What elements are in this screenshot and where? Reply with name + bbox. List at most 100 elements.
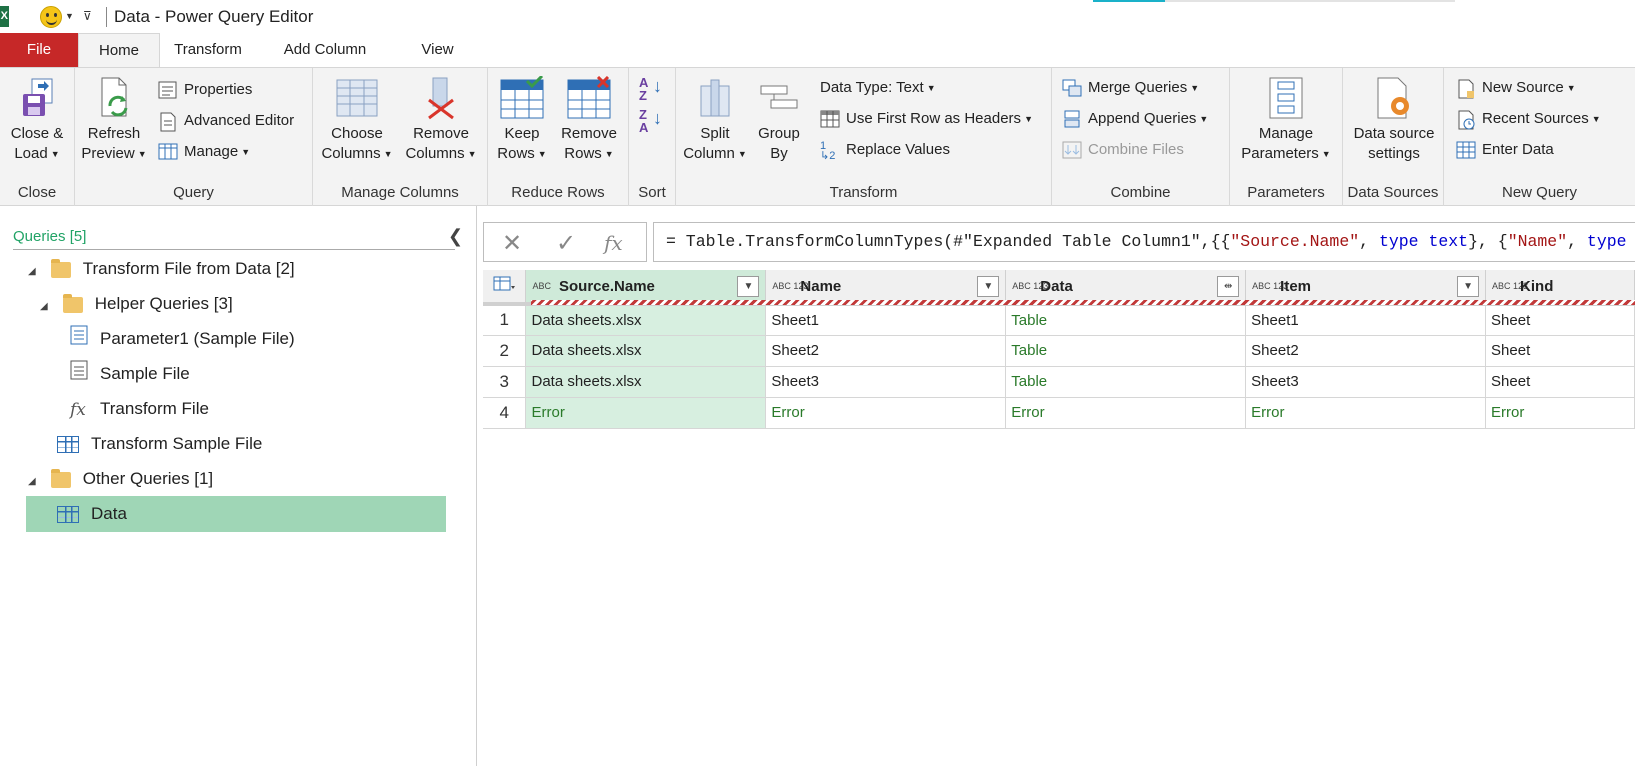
table-cell[interactable]: Sheet <box>1485 335 1635 367</box>
enter-data-button[interactable]: Enter Data <box>1456 138 1554 162</box>
manage-parameters-button[interactable]: Manage Parameters ▼ <box>1236 76 1336 164</box>
tab-add-column[interactable]: Add Column <box>270 33 380 67</box>
filter-dropdown-icon[interactable]: ▼ <box>977 276 1000 297</box>
sort-ascending-icon: AZ <box>639 75 649 103</box>
row-number[interactable]: 1 <box>483 304 527 336</box>
sort-ascending-button[interactable]: A Z ↓ <box>639 75 662 106</box>
query-group-other-queries[interactable]: ◢ Other Queries [1] <box>28 461 213 497</box>
column-header-source-name[interactable]: ABC Source.Name ▼ <box>525 270 767 306</box>
error-cell[interactable]: Error <box>1485 397 1635 429</box>
table-cell[interactable]: Data sheets.xlsx <box>525 335 767 367</box>
remove-columns-button[interactable]: Remove Columns ▼ <box>401 76 481 164</box>
group-by-button[interactable]: Group By <box>752 76 806 164</box>
query-item-sample-file[interactable]: Sample File <box>70 356 190 392</box>
main-pane: ✕ ✓ fx = Table.TransformColumnTypes(#"Ex… <box>478 206 1635 766</box>
manage-button[interactable]: Manage ▼ <box>158 140 250 164</box>
table-cell[interactable]: Sheet3 <box>1245 366 1487 398</box>
query-item-transform-sample-file[interactable]: Transform Sample File <box>57 426 262 462</box>
merge-queries-icon <box>1062 79 1082 97</box>
type-any-icon: ABC 123 <box>1012 281 1049 292</box>
feedback-smiley-icon[interactable] <box>40 6 62 28</box>
query-label: Transform File <box>100 399 209 418</box>
combine-files-icon <box>1062 141 1082 159</box>
column-header-data[interactable]: ABC 123Data ⇹ <box>1005 270 1247 306</box>
row-number[interactable]: 4 <box>483 397 527 429</box>
sort-descending-button[interactable]: Z A ↓ <box>639 108 662 138</box>
preview-label: Preview <box>81 145 135 162</box>
new-source-button[interactable]: New Source ▼ <box>1456 76 1576 100</box>
column-header-item[interactable]: ABC 123Item ▼ <box>1245 270 1487 306</box>
table-cell[interactable]: Sheet2 <box>765 335 1007 367</box>
table-link-cell[interactable]: Table <box>1005 366 1247 398</box>
expand-column-icon[interactable]: ⇹ <box>1217 276 1240 297</box>
recent-sources-button[interactable]: Recent Sources ▼ <box>1456 107 1601 131</box>
group-label-combine: Combine <box>1110 184 1171 201</box>
remove-rows-button[interactable]: Remove Rows ▼ <box>554 76 624 164</box>
replace-values-button[interactable]: 1 ↳2 Replace Values <box>820 138 950 162</box>
combine-files-button[interactable]: Combine Files <box>1062 138 1184 162</box>
tab-view[interactable]: View <box>400 33 475 67</box>
title-bar: X ▼ ⊽ Data - Power Query Editor <box>0 0 1635 33</box>
table-cell[interactable]: Sheet1 <box>1245 304 1487 336</box>
filter-dropdown-icon[interactable]: ▼ <box>1457 276 1480 297</box>
data-type-dropdown[interactable]: Data Type: Text ▼ <box>820 76 936 100</box>
remove-label: Remove <box>561 125 617 142</box>
table-menu-corner[interactable] <box>483 270 527 306</box>
rows-label: Rows <box>564 145 602 162</box>
customize-toolbar-icon[interactable]: ⊽ <box>83 9 92 23</box>
properties-button[interactable]: Properties <box>158 78 252 102</box>
table-link-cell[interactable]: Table <box>1005 335 1247 367</box>
manage-parameters-icon <box>1269 77 1303 119</box>
choose-columns-button[interactable]: Choose Columns ▼ <box>319 76 395 164</box>
merge-queries-button[interactable]: Merge Queries ▼ <box>1062 76 1199 100</box>
tab-file[interactable]: File <box>0 33 78 67</box>
replace-values-label: Replace Values <box>846 141 950 158</box>
filter-dropdown-icon[interactable]: ▼ <box>737 276 760 297</box>
table-cell[interactable]: Data sheets.xlsx <box>525 304 767 336</box>
refresh-preview-button[interactable]: Refresh Preview ▼ <box>79 76 149 164</box>
use-first-row-headers-button[interactable]: Use First Row as Headers ▼ <box>820 107 1033 131</box>
query-item-parameter1[interactable]: Parameter1 (Sample File) <box>70 321 295 357</box>
column-header-name[interactable]: ABC 123Name ▼ <box>765 270 1007 306</box>
advanced-editor-button[interactable]: Advanced Editor <box>158 109 294 133</box>
error-cell[interactable]: Error <box>765 397 1007 429</box>
queries-header[interactable]: Queries [5] <box>13 228 86 245</box>
error-cell[interactable]: Error <box>1245 397 1487 429</box>
query-group-helper-queries[interactable]: ◢ Helper Queries [3] <box>40 286 233 322</box>
query-item-data-selected[interactable]: Data <box>26 496 446 532</box>
column-header-kind[interactable]: ABC 123Kind <box>1485 270 1635 306</box>
row-number[interactable]: 3 <box>483 366 527 398</box>
data-source-settings-button[interactable]: Data source settings <box>1345 76 1443 164</box>
split-column-button[interactable]: Split Column ▼ <box>680 76 750 164</box>
chevron-down-icon[interactable]: ▼ <box>65 11 74 21</box>
row-number[interactable]: 2 <box>483 335 527 367</box>
table-cell[interactable]: Data sheets.xlsx <box>525 366 767 398</box>
formula-input[interactable]: = Table.TransformColumnTypes(#"Expanded … <box>653 222 1635 262</box>
expand-triangle-icon[interactable]: ◢ <box>28 254 42 290</box>
collapse-pane-icon[interactable]: ❮ <box>448 226 463 247</box>
checkmark-icon[interactable]: ✓ <box>556 229 576 258</box>
close-load-button[interactable]: Close & Load ▼ <box>2 76 72 164</box>
tab-home[interactable]: Home <box>78 33 160 67</box>
table-cell[interactable]: Sheet1 <box>765 304 1007 336</box>
query-item-transform-file[interactable]: fx Transform File <box>70 391 209 427</box>
data-source-label: Data source <box>1353 125 1435 142</box>
table-link-cell[interactable]: Table <box>1005 304 1247 336</box>
expand-triangle-icon[interactable]: ◢ <box>40 289 54 325</box>
query-group-transform-file-from-data[interactable]: ◢ Transform File from Data [2] <box>28 251 295 287</box>
error-cell[interactable]: Error <box>525 397 767 429</box>
table-cell[interactable]: Sheet2 <box>1245 335 1487 367</box>
append-queries-button[interactable]: Append Queries ▼ <box>1062 107 1208 131</box>
cancel-icon[interactable]: ✕ <box>502 229 522 258</box>
table-cell[interactable]: Sheet <box>1485 304 1635 336</box>
group-combine: Merge Queries ▼ Append Queries ▼ Combine F… <box>1052 68 1230 207</box>
formula-text: }, { <box>1468 232 1508 251</box>
expand-triangle-icon[interactable]: ◢ <box>28 464 42 500</box>
keep-rows-button[interactable]: Keep Rows ▼ <box>490 76 554 164</box>
table-cell[interactable]: Sheet3 <box>765 366 1007 398</box>
ribbon-tabs: File Home Transform Add Column View <box>0 33 1635 67</box>
fx-icon[interactable]: fx <box>604 231 623 255</box>
table-cell[interactable]: Sheet <box>1485 366 1635 398</box>
error-cell[interactable]: Error <box>1005 397 1247 429</box>
tab-transform[interactable]: Transform <box>160 33 256 67</box>
